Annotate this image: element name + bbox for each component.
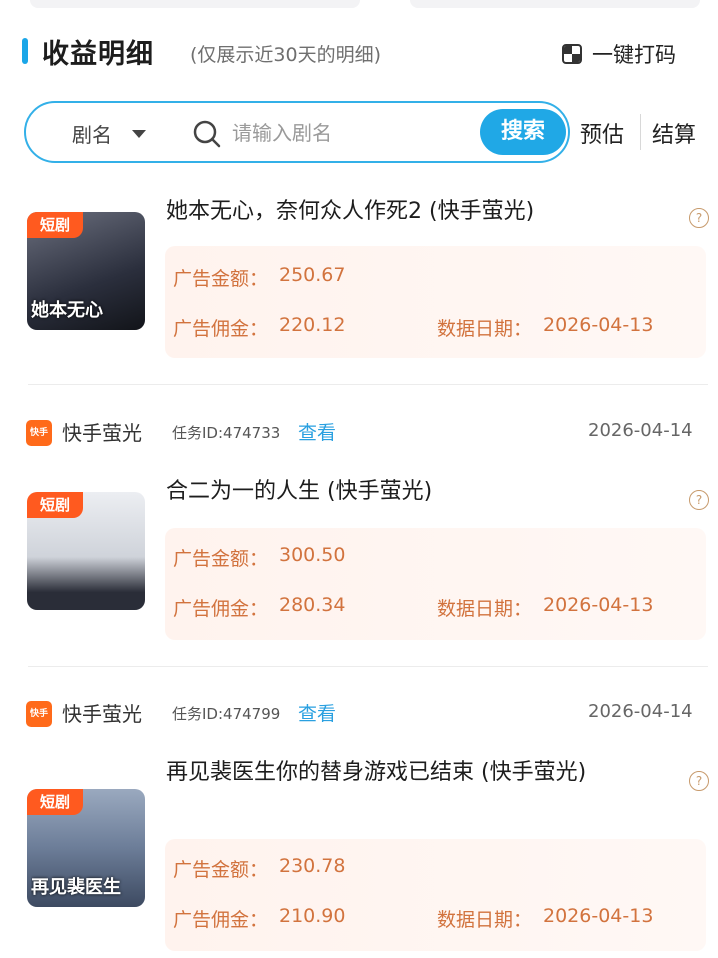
caret-down-icon[interactable] bbox=[132, 130, 146, 138]
page-subtitle: (仅展示近30天的明细) bbox=[190, 44, 382, 66]
record-date: 2026-04-14 bbox=[588, 420, 693, 441]
data-date-value: 2026-04-13 bbox=[543, 314, 654, 336]
ad-amount-label: 广告金额： bbox=[173, 859, 269, 881]
ad-commission-value: 280.34 bbox=[279, 594, 346, 616]
stats-panel: 广告金额： 250.67 广告佣金： 220.12 数据日期： 2026-04-… bbox=[165, 246, 706, 358]
page-header: 收益明细 (仅展示近30天的明细) 一键打码 bbox=[0, 28, 718, 78]
ad-amount-value: 250.67 bbox=[279, 264, 346, 286]
ad-amount-value: 300.50 bbox=[279, 544, 346, 566]
stats-panel: 广告金额： 300.50 广告佣金： 280.34 数据日期： 2026-04-… bbox=[165, 528, 706, 640]
previous-card-edge-right bbox=[410, 0, 700, 8]
drama-cover[interactable]: 短剧 她本无心 bbox=[27, 212, 145, 330]
tab-estimate[interactable]: 预估 bbox=[580, 117, 624, 149]
platform-name: 快手萤光 bbox=[62, 421, 142, 445]
short-drama-tag: 短剧 bbox=[27, 789, 83, 815]
cover-caption: 再见裴医生 bbox=[31, 877, 121, 898]
ad-commission-value: 220.12 bbox=[279, 314, 346, 336]
task-id: 任务ID:474799 bbox=[172, 705, 281, 723]
platform-name: 快手萤光 bbox=[62, 702, 142, 726]
task-id: 任务ID:474733 bbox=[172, 424, 281, 442]
mosaic-button[interactable]: 一键打码 bbox=[592, 39, 676, 69]
question-circle-icon[interactable]: ? bbox=[689, 771, 709, 791]
record-header: 快手 快手萤光 任务ID:474733 查看 2026-04-14 bbox=[0, 412, 718, 452]
drama-title: 合二为一的人生 (快手萤光) bbox=[166, 479, 433, 504]
kuaishou-logo-icon: 快手 bbox=[26, 420, 52, 446]
previous-card-edge bbox=[30, 0, 360, 8]
view-link[interactable]: 查看 bbox=[298, 699, 336, 726]
tab-divider bbox=[640, 114, 641, 150]
search-button[interactable]: 搜索 bbox=[480, 109, 566, 155]
drama-title: 她本无心，奈何众人作死2 (快手萤光) bbox=[166, 199, 535, 224]
page-title: 收益明细 bbox=[42, 39, 154, 70]
ad-commission-label: 广告佣金： bbox=[173, 909, 269, 931]
drama-cover[interactable]: 短剧 再见裴医生 bbox=[27, 789, 145, 907]
short-drama-tag: 短剧 bbox=[27, 212, 83, 238]
data-date-value: 2026-04-13 bbox=[543, 594, 654, 616]
stats-panel: 广告金额： 230.78 广告佣金： 210.90 数据日期： 2026-04-… bbox=[165, 839, 706, 951]
data-date-value: 2026-04-13 bbox=[543, 905, 654, 927]
tab-settle[interactable]: 结算 bbox=[652, 117, 696, 149]
short-drama-tag: 短剧 bbox=[27, 492, 83, 518]
record-divider bbox=[28, 666, 708, 667]
record-date: 2026-04-14 bbox=[588, 701, 693, 722]
question-circle-icon[interactable]: ? bbox=[689, 208, 709, 228]
ad-amount-label: 广告金额： bbox=[173, 268, 269, 290]
ad-amount-value: 230.78 bbox=[279, 855, 346, 877]
question-circle-icon[interactable]: ? bbox=[689, 490, 709, 510]
cover-caption: 她本无心 bbox=[31, 300, 103, 321]
data-date-label: 数据日期： bbox=[437, 909, 533, 931]
ad-commission-label: 广告佣金： bbox=[173, 318, 269, 340]
drama-name-dropdown[interactable]: 剧名 bbox=[72, 119, 112, 148]
drama-cover[interactable]: 短剧 bbox=[27, 492, 145, 610]
search-input[interactable] bbox=[230, 115, 484, 151]
view-link[interactable]: 查看 bbox=[298, 418, 336, 445]
ad-commission-label: 广告佣金： bbox=[173, 598, 269, 620]
search-bar: 剧名 搜索 bbox=[24, 101, 570, 163]
ad-amount-label: 广告金额： bbox=[173, 548, 269, 570]
search-icon bbox=[193, 120, 221, 148]
mosaic-icon[interactable] bbox=[562, 44, 582, 64]
record-header: 快手 快手萤光 任务ID:474799 查看 2026-04-14 bbox=[0, 693, 718, 733]
title-accent-bar bbox=[22, 38, 28, 64]
data-date-label: 数据日期： bbox=[437, 318, 533, 340]
kuaishou-logo-icon: 快手 bbox=[26, 701, 52, 727]
data-date-label: 数据日期： bbox=[437, 598, 533, 620]
record-divider bbox=[28, 384, 708, 385]
drama-title: 再见裴医生你的替身游戏已结束 (快手萤光) bbox=[166, 760, 587, 785]
ad-commission-value: 210.90 bbox=[279, 905, 346, 927]
